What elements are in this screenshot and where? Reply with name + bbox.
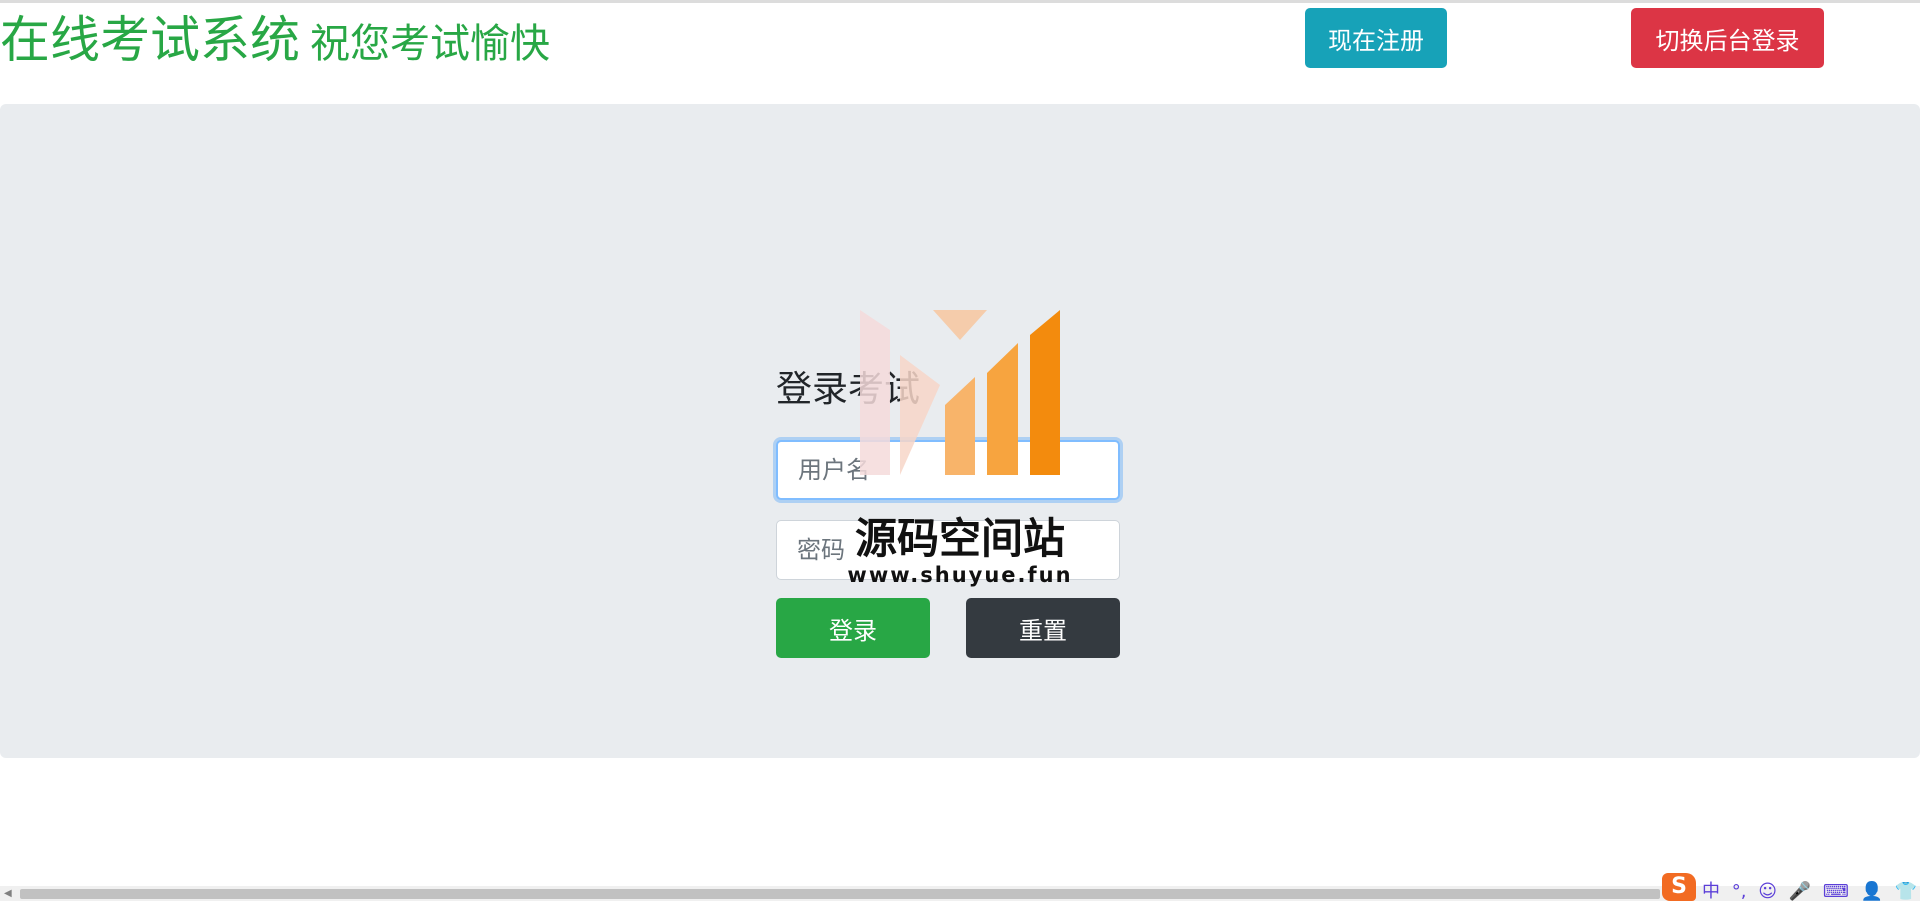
ime-punctuation-toggle[interactable]: °,	[1732, 881, 1747, 902]
brand: 在线考试系统 祝您考试愉快	[0, 8, 550, 76]
scroll-left-arrow-icon[interactable]: ◀	[4, 888, 12, 899]
header: 在线考试系统 祝您考试愉快 现在注册 切换后台登录	[0, 4, 1920, 100]
brand-title: 在线考试系统	[0, 11, 300, 69]
ime-toolbar: S 中 °, ☺ 🎤 ⌨ 👤 👕 ▦	[1660, 873, 1920, 903]
switch-admin-login-button[interactable]: 切换后台登录	[1631, 8, 1824, 68]
skin-icon[interactable]: 👕	[1895, 881, 1917, 902]
brand-subtitle: 祝您考试愉快	[310, 21, 550, 67]
scrollbar-thumb[interactable]	[20, 889, 1660, 899]
reset-button[interactable]: 重置	[966, 598, 1120, 658]
horizontal-scrollbar[interactable]: ◀	[0, 886, 1920, 901]
username-input[interactable]	[776, 440, 1120, 500]
register-button[interactable]: 现在注册	[1305, 8, 1447, 68]
user-icon[interactable]: 👤	[1861, 881, 1883, 902]
password-input[interactable]	[776, 520, 1120, 580]
login-title: 登录考试	[776, 369, 921, 410]
login-button[interactable]: 登录	[776, 598, 930, 658]
login-panel: 登录考试 登录 重置	[0, 104, 1920, 758]
ime-mode-toggle[interactable]: 中	[1702, 877, 1720, 903]
ime-items: 中 °, ☺ 🎤 ⌨ 👤 👕 ▦	[1702, 877, 1920, 903]
microphone-icon[interactable]: 🎤	[1789, 881, 1811, 902]
emoji-icon[interactable]: ☺	[1758, 881, 1777, 902]
keyboard-icon[interactable]: ⌨	[1823, 881, 1849, 902]
ime-logo-icon[interactable]: S	[1662, 873, 1696, 901]
top-border-line	[0, 0, 1920, 3]
